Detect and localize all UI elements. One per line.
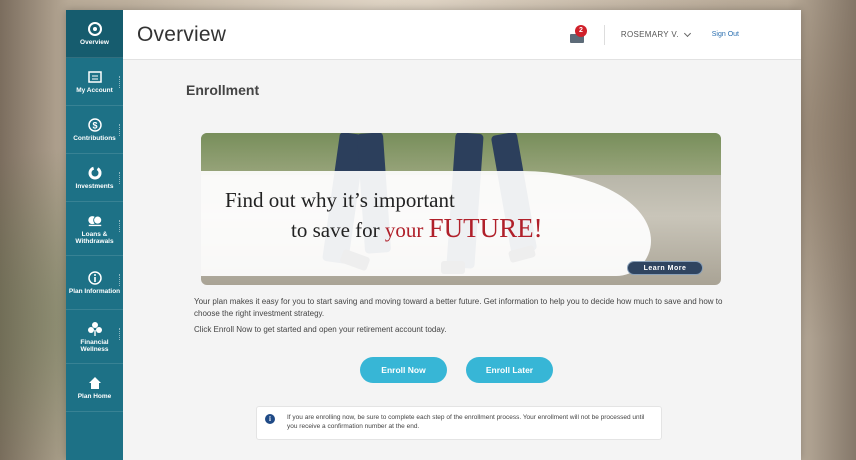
sidebar-item-investments[interactable]: Investments	[66, 154, 123, 202]
sidebar-item-label: Overview	[80, 39, 109, 46]
resize-handle	[119, 328, 120, 340]
info-circle-icon: i	[265, 414, 275, 424]
overview-icon	[87, 21, 103, 37]
top-bar: Overview 2 ROSEMARY V. Sign Out	[123, 10, 801, 60]
info-note-text: If you are enrolling now, be sure to com…	[287, 414, 645, 430]
resize-handle	[119, 220, 120, 232]
sidebar-item-label: My Account	[76, 87, 113, 94]
user-controls: 2 ROSEMARY V. Sign Out	[569, 24, 787, 45]
resize-handle	[119, 124, 120, 136]
app-window: Overview My Account $ Contributions Inve…	[66, 10, 801, 460]
description-text: Your plan makes it easy for you to start…	[194, 297, 723, 318]
sidebar-item-plan-home[interactable]: Plan Home	[66, 364, 123, 412]
banner-headline-prefix: to save for	[291, 218, 385, 242]
instruction-text: Click Enroll Now to get started and open…	[194, 325, 447, 334]
banner-headline-line2: to save for your FUTURE!	[291, 213, 543, 244]
learn-more-button[interactable]: Learn More	[627, 261, 703, 275]
info-note: i If you are enrolling now, be sure to c…	[256, 406, 662, 440]
svg-text:$: $	[92, 121, 97, 131]
notification-badge: 2	[574, 24, 587, 37]
banner-headline-line1: Find out why it’s important	[225, 188, 455, 212]
sidebar-item-financial-wellness[interactable]: Financial Wellness	[66, 310, 123, 364]
main-area: Overview 2 ROSEMARY V. Sign Out Enrollme…	[123, 10, 801, 460]
sidebar-item-label: Loans & Withdrawals	[75, 230, 114, 245]
home-icon	[87, 375, 103, 391]
section-title: Enrollment	[186, 82, 260, 98]
page-title: Overview	[137, 22, 227, 46]
info-icon	[87, 270, 103, 286]
resize-handle	[119, 274, 120, 286]
sidebar-item-plan-information[interactable]: Plan Information	[66, 256, 123, 310]
sidebar-item-loans[interactable]: Loans & Withdrawals	[66, 202, 123, 256]
sidebar-item-my-account[interactable]: My Account	[66, 58, 123, 106]
divider	[603, 24, 605, 45]
resize-handle	[119, 172, 120, 184]
resize-handle	[119, 76, 120, 88]
investments-icon	[87, 165, 103, 181]
loans-icon	[87, 213, 103, 229]
sidebar: Overview My Account $ Contributions Inve…	[66, 10, 123, 460]
sidebar-item-label: Contributions	[73, 135, 116, 142]
sidebar-item-label: Investments	[75, 183, 114, 190]
banner-headline-future: FUTURE!	[428, 213, 543, 243]
sign-out-link[interactable]: Sign Out	[712, 31, 739, 38]
enroll-now-button[interactable]: Enroll Now	[360, 357, 447, 383]
dollar-icon: $	[87, 117, 103, 133]
account-icon	[87, 69, 103, 85]
enroll-later-button[interactable]: Enroll Later	[466, 357, 553, 383]
sidebar-item-contributions[interactable]: $ Contributions	[66, 106, 123, 154]
sidebar-item-label: Financial Wellness	[80, 338, 109, 353]
enrollment-description: Your plan makes it easy for you to start…	[194, 296, 734, 336]
banner-headline-your: your	[384, 218, 429, 242]
promo-banner[interactable]: Find out why it’s important to save for …	[201, 133, 721, 285]
sidebar-item-label: Plan Home	[77, 393, 112, 400]
mail-button[interactable]: 2	[569, 24, 588, 43]
enrollment-section: Enrollment Find out why it’s important t…	[123, 60, 801, 460]
sidebar-item-overview[interactable]: Overview	[66, 10, 123, 58]
wellness-icon	[87, 321, 103, 337]
sidebar-item-label: Plan Information	[68, 288, 121, 295]
chevron-down-icon[interactable]	[683, 29, 691, 37]
user-menu[interactable]: ROSEMARY V.	[621, 30, 679, 39]
